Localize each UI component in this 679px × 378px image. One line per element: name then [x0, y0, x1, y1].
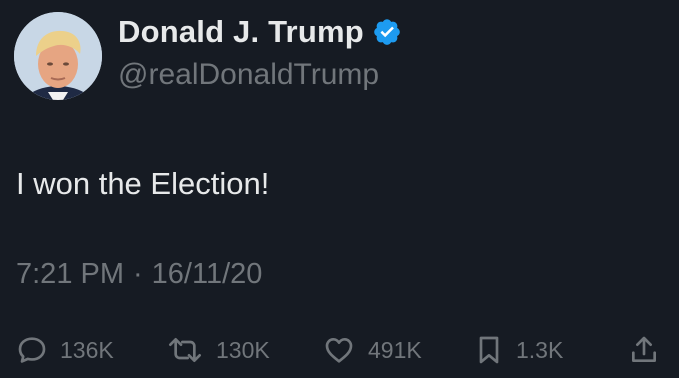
verified-badge-icon[interactable] [372, 17, 402, 47]
action-bar: 136K 130K 491K 1.3K [0, 330, 679, 370]
tweet-timestamp[interactable]: 7:21 PM · 16/11/20 [16, 258, 262, 291]
avatar[interactable] [14, 12, 102, 100]
display-name[interactable]: Donald J. Trump [118, 14, 364, 50]
meta-separator: · [133, 258, 143, 290]
bookmark-button[interactable]: 1.3K [474, 330, 563, 370]
reply-icon [16, 334, 48, 366]
heart-icon [322, 334, 356, 366]
like-button[interactable]: 491K [322, 330, 422, 370]
bookmark-count: 1.3K [516, 336, 564, 363]
retweet-icon [166, 334, 204, 366]
name-row: Donald J. Trump [118, 12, 402, 52]
user-handle[interactable]: @realDonaldTrump [118, 58, 379, 92]
tweet-card: Donald J. Trump @realDonaldTrump I won t… [0, 0, 679, 378]
reply-button[interactable]: 136K [16, 330, 114, 370]
tweet-text: I won the Election! [16, 166, 270, 201]
tweet-date: 16/11/20 [151, 258, 263, 290]
retweet-count: 130K [216, 336, 270, 363]
bookmark-icon [474, 334, 504, 366]
retweet-button[interactable]: 130K [166, 330, 270, 370]
like-count: 491K [368, 336, 422, 363]
profile-photo [14, 12, 102, 100]
share-button[interactable] [628, 330, 660, 370]
share-icon [628, 334, 660, 366]
reply-count: 136K [60, 336, 114, 363]
tweet-time: 7:21 PM [16, 258, 124, 290]
